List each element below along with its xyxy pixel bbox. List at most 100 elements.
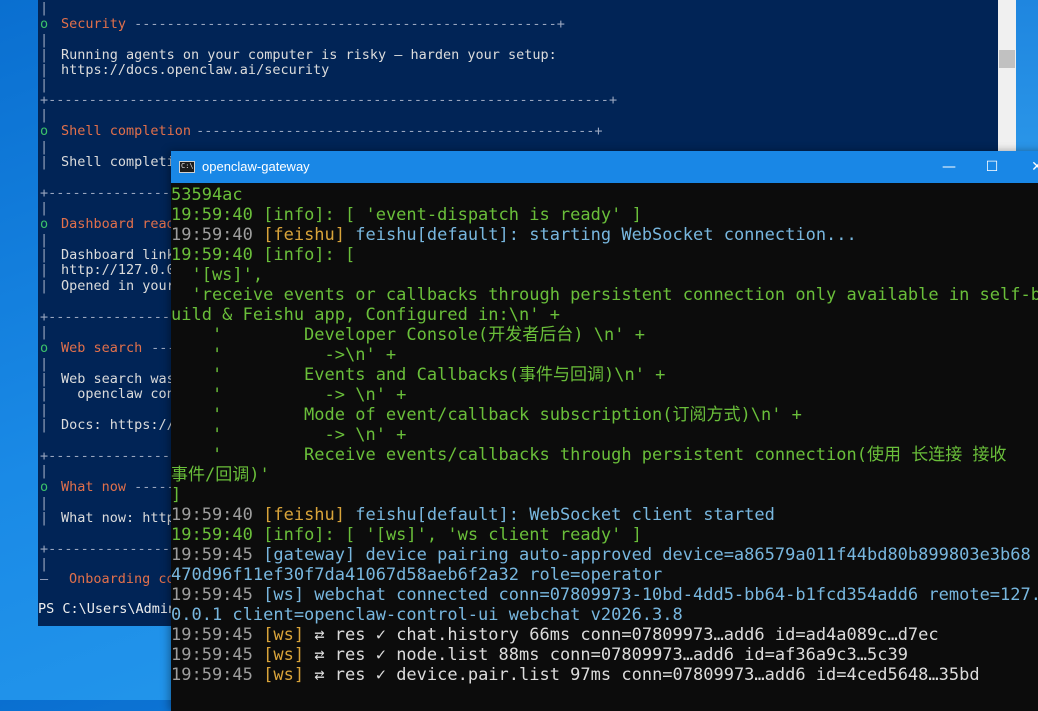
log-line: 19:59:40 [info]: [ 'event-dispatch is re…	[171, 205, 642, 225]
section-heading-web-search: Web search	[61, 340, 143, 356]
box-border: |	[40, 107, 49, 123]
box-border: |	[40, 417, 49, 433]
section-bullet: o	[40, 123, 49, 139]
powershell-prompt[interactable]: PS C:\Users\Admin	[38, 602, 176, 617]
log-message: feishu[default]: starting WebSocket conn…	[345, 225, 857, 245]
box-divider: +-----------------	[40, 541, 187, 557]
dashboard-opened-text: Opened in your	[61, 278, 175, 294]
section-heading-security: Security	[61, 16, 127, 32]
web-search-command: openclaw con	[61, 386, 175, 402]
maximize-button[interactable]: ☐	[969, 151, 1015, 183]
log-tag: [feishu]	[252, 225, 346, 245]
security-link[interactable]: https://docs.openclaw.ai/security	[61, 63, 329, 78]
log-line: 'receive events or callbacks through per…	[171, 285, 1038, 305]
log-timestamp: 19:59:45	[171, 585, 253, 605]
log-timestamp: 19:59:45	[171, 545, 253, 565]
box-divider: +---------------------------------------…	[40, 92, 618, 108]
section-rule: ----------------------------------------…	[188, 123, 603, 139]
box-border: |	[40, 62, 49, 78]
log-tag: [feishu]	[252, 505, 346, 525]
powershell-scroll-thumb[interactable]	[999, 50, 1015, 68]
minimize-button[interactable]: —	[926, 151, 972, 183]
desktop-background	[1016, 0, 1038, 152]
web-search-docs[interactable]: Docs: https://	[61, 418, 175, 433]
section-bullet: o	[40, 216, 49, 232]
section-rule: ----------------------------------------…	[126, 16, 565, 32]
log-tag: [ws]	[252, 665, 305, 685]
close-button[interactable]: ✕	[1014, 151, 1038, 183]
section-rule: —	[40, 571, 49, 587]
log-timestamp: 19:59:45	[171, 625, 253, 645]
box-border: |	[40, 0, 49, 16]
log-timestamp: 19:59:45	[171, 665, 253, 685]
log-message: feishu[default]: WebSocket client starte…	[345, 505, 775, 525]
log-line: 19:59:40 [feishu] feishu[default]: WebSo…	[171, 505, 775, 525]
box-border: |	[40, 77, 49, 93]
box-border: |	[40, 324, 49, 340]
box-border: |	[40, 386, 49, 402]
box-border: |	[40, 510, 49, 526]
log-line: 0.0.1 client=openclaw-control-ui webchat…	[171, 605, 683, 625]
shell-completion-text: Shell completio	[61, 154, 183, 170]
console-app-icon: C:\	[179, 161, 195, 173]
section-rule: -----	[126, 479, 175, 495]
log-line: '[ws]',	[171, 265, 264, 285]
box-border: |	[40, 139, 49, 155]
log-timestamp: 19:59:40	[171, 225, 253, 245]
dashboard-text: Dashboard link	[61, 247, 175, 263]
box-border: |	[40, 495, 49, 511]
log-line: ' Receive events/callbacks through persi…	[171, 445, 1007, 465]
log-line: 19:59:45 [ws] ⇄ res ✓ chat.history 66ms …	[171, 625, 939, 645]
log-message: ⇄ res ✓ node.list 88ms conn=07809973…add…	[304, 645, 908, 665]
box-border: |	[40, 356, 49, 372]
log-line: 事件/回调)'	[171, 465, 270, 485]
console-output[interactable]: 53594ac 19:59:40 [info]: [ 'event-dispat…	[171, 183, 1038, 711]
box-border: |	[40, 200, 49, 216]
section-bullet: o	[40, 340, 49, 356]
log-timestamp: 19:59:40	[171, 525, 253, 545]
log-line: 19:59:45 [ws] ⇄ res ✓ node.list 88ms con…	[171, 645, 908, 665]
log-message: ⇄ res ✓ chat.history 66ms conn=07809973……	[304, 625, 939, 645]
log-tag: [ws]	[252, 645, 305, 665]
log-message: [ws] webchat connected conn=07809973-10b…	[252, 585, 1038, 605]
what-now-text[interactable]: What now: http	[61, 511, 175, 526]
section-heading-dashboard: Dashboard ready	[61, 216, 183, 232]
window-title: openclaw-gateway	[202, 159, 310, 174]
box-border: |	[40, 556, 49, 572]
log-message: [gateway] device pairing auto-approved d…	[252, 545, 1031, 565]
box-border: |	[40, 278, 49, 294]
section-bullet: o	[40, 479, 49, 495]
log-line: ' -> \n' +	[171, 385, 407, 405]
log-timestamp: 19:59:40	[171, 245, 253, 265]
security-text: Running agents on your computer is risky…	[61, 47, 557, 63]
console-app-icon-label: C:\	[181, 162, 194, 170]
log-tag: [ws]	[252, 625, 305, 645]
web-search-text: Web search was	[61, 371, 175, 387]
box-border: |	[40, 47, 49, 63]
box-border: |	[40, 402, 49, 418]
box-border: |	[40, 154, 49, 170]
box-border: |	[40, 371, 49, 387]
log-line: uild & Feishu app, Configured in:\n' +	[171, 305, 560, 325]
window-titlebar[interactable]: C:\ openclaw-gateway — ☐ ✕	[171, 151, 1038, 183]
log-message: [info]: [ 'event-dispatch is ready' ]	[252, 205, 642, 225]
box-border: |	[40, 232, 49, 248]
gateway-console-window[interactable]: C:\ openclaw-gateway — ☐ ✕ 53594ac 19:59…	[171, 151, 1038, 711]
log-message: ⇄ res ✓ device.pair.list 97ms conn=07809…	[304, 665, 980, 685]
box-divider: +-----------------	[40, 309, 187, 325]
box-border: |	[40, 463, 49, 479]
dashboard-url[interactable]: http://127.0.0.	[61, 263, 183, 278]
log-line: ' Mode of event/callback subscription(订阅…	[171, 405, 802, 425]
box-border: |	[40, 32, 49, 48]
log-timestamp: 19:59:45	[171, 645, 253, 665]
log-line: ' Developer Console(开发者后台) \n' +	[171, 325, 645, 345]
section-bullet: o	[40, 16, 49, 32]
log-message: [info]: [	[252, 245, 356, 265]
log-line: ' Events and Callbacks(事件与回调)\n' +	[171, 365, 666, 385]
log-line: ' ->\n' +	[171, 345, 397, 365]
section-heading-what-now: What now	[61, 479, 127, 495]
log-line: ]	[171, 485, 182, 505]
log-timestamp: 19:59:40	[171, 505, 253, 525]
log-line: 470d96f11ef30f7da41067d58aeb6f2a32 role=…	[171, 565, 663, 585]
log-line: ' -> \n' +	[171, 425, 407, 445]
